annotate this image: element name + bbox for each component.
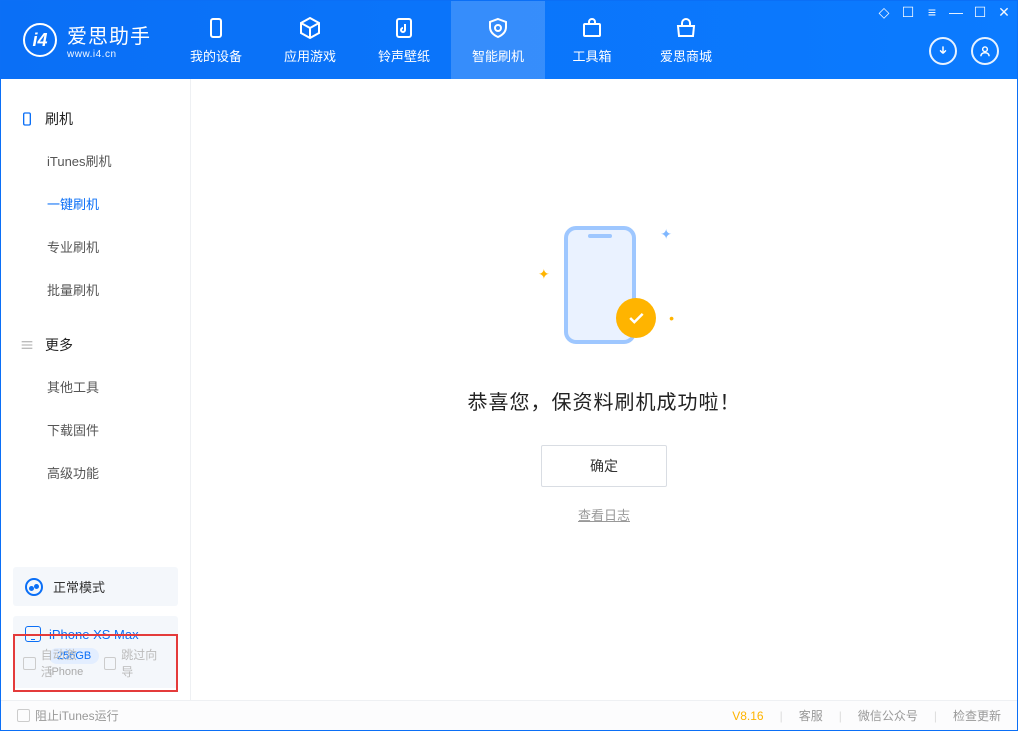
nav-my-device[interactable]: 我的设备 [169, 1, 263, 79]
nav-toolbox[interactable]: 工具箱 [545, 1, 639, 79]
nav-apps-games[interactable]: 应用游戏 [263, 1, 357, 79]
store-icon [674, 16, 698, 40]
phone-icon [204, 16, 228, 40]
shield-refresh-icon [486, 16, 510, 40]
feedback-icon[interactable]: ☐ [901, 5, 915, 19]
maximize-button[interactable]: ☐ [973, 5, 987, 19]
nav-flash[interactable]: 智能刷机 [451, 1, 545, 79]
sidebar-section-more: 更多 [1, 325, 190, 365]
music-file-icon [392, 16, 416, 40]
sidebar-item-advanced[interactable]: 高级功能 [1, 451, 190, 494]
tshirt-icon[interactable]: ◇ [877, 5, 891, 19]
checkbox-auto-activate[interactable]: 自动激活 [23, 646, 88, 680]
toolbox-icon [580, 16, 604, 40]
highlighted-options: 自动激活 跳过向导 [13, 634, 178, 692]
version-label: V8.16 [732, 709, 763, 723]
ok-button[interactable]: 确定 [541, 445, 667, 487]
sparkle-icon: ✦ [538, 266, 550, 283]
mode-card[interactable]: 正常模式 [13, 567, 178, 606]
sparkle-icon: ✦ [660, 226, 672, 243]
footer: 阻止iTunes运行 V8.16 | 客服 | 微信公众号 | 检查更新 [1, 700, 1017, 730]
checkbox-icon [17, 709, 30, 722]
footer-link-support[interactable]: 客服 [799, 707, 823, 724]
phone-outline-icon [19, 111, 35, 127]
checkbox-block-itunes[interactable]: 阻止iTunes运行 [17, 707, 119, 724]
sidebar-item-oneclick-flash[interactable]: 一键刷机 [1, 182, 190, 225]
success-message: 恭喜您，保资料刷机成功啦！ [468, 386, 741, 415]
nav-store[interactable]: 爱思商城 [639, 1, 733, 79]
sidebar-item-batch-flash[interactable]: 批量刷机 [1, 268, 190, 311]
checkbox-skip-guide[interactable]: 跳过向导 [104, 646, 169, 680]
nav-ringtones[interactable]: 铃声壁纸 [357, 1, 451, 79]
view-log-link[interactable]: 查看日志 [578, 505, 630, 524]
footer-link-wechat[interactable]: 微信公众号 [858, 707, 918, 724]
close-button[interactable]: ✕ [997, 5, 1011, 19]
checkbox-icon [104, 657, 117, 670]
success-illustration: ✦ ✦ • [534, 216, 674, 356]
mode-icon [25, 578, 43, 596]
sidebar-item-pro-flash[interactable]: 专业刷机 [1, 225, 190, 268]
logo-icon: i4 [23, 23, 57, 57]
main-content: ✦ ✦ • 恭喜您，保资料刷机成功啦！ 确定 查看日志 [191, 79, 1017, 700]
sidebar-item-download-firmware[interactable]: 下载固件 [1, 408, 190, 451]
app-title: 爱思助手 [67, 20, 151, 49]
minimize-button[interactable]: — [949, 5, 963, 19]
sidebar-section-flash: 刷机 [1, 99, 190, 139]
user-icon[interactable] [971, 37, 999, 65]
header: i4 爱思助手 www.i4.cn 我的设备 应用游戏 铃声壁纸 智能刷机 工具… [1, 1, 1017, 79]
menu-icon[interactable]: ≡ [925, 5, 939, 19]
sidebar: 刷机 iTunes刷机 一键刷机 专业刷机 批量刷机 更多 其他工具 下载固件 … [1, 79, 191, 700]
top-nav: 我的设备 应用游戏 铃声壁纸 智能刷机 工具箱 爱思商城 [169, 1, 733, 79]
sidebar-item-other-tools[interactable]: 其他工具 [1, 365, 190, 408]
download-icon[interactable] [929, 37, 957, 65]
checkbox-icon [23, 657, 36, 670]
cube-icon [298, 16, 322, 40]
sparkle-icon: • [669, 310, 674, 326]
menu-lines-icon [19, 337, 35, 353]
mode-label: 正常模式 [53, 577, 105, 596]
success-check-icon [616, 298, 656, 338]
sidebar-item-itunes-flash[interactable]: iTunes刷机 [1, 139, 190, 182]
app-subtitle: www.i4.cn [67, 49, 151, 60]
app-logo[interactable]: i4 爱思助手 www.i4.cn [1, 20, 169, 60]
footer-link-update[interactable]: 检查更新 [953, 707, 1001, 724]
